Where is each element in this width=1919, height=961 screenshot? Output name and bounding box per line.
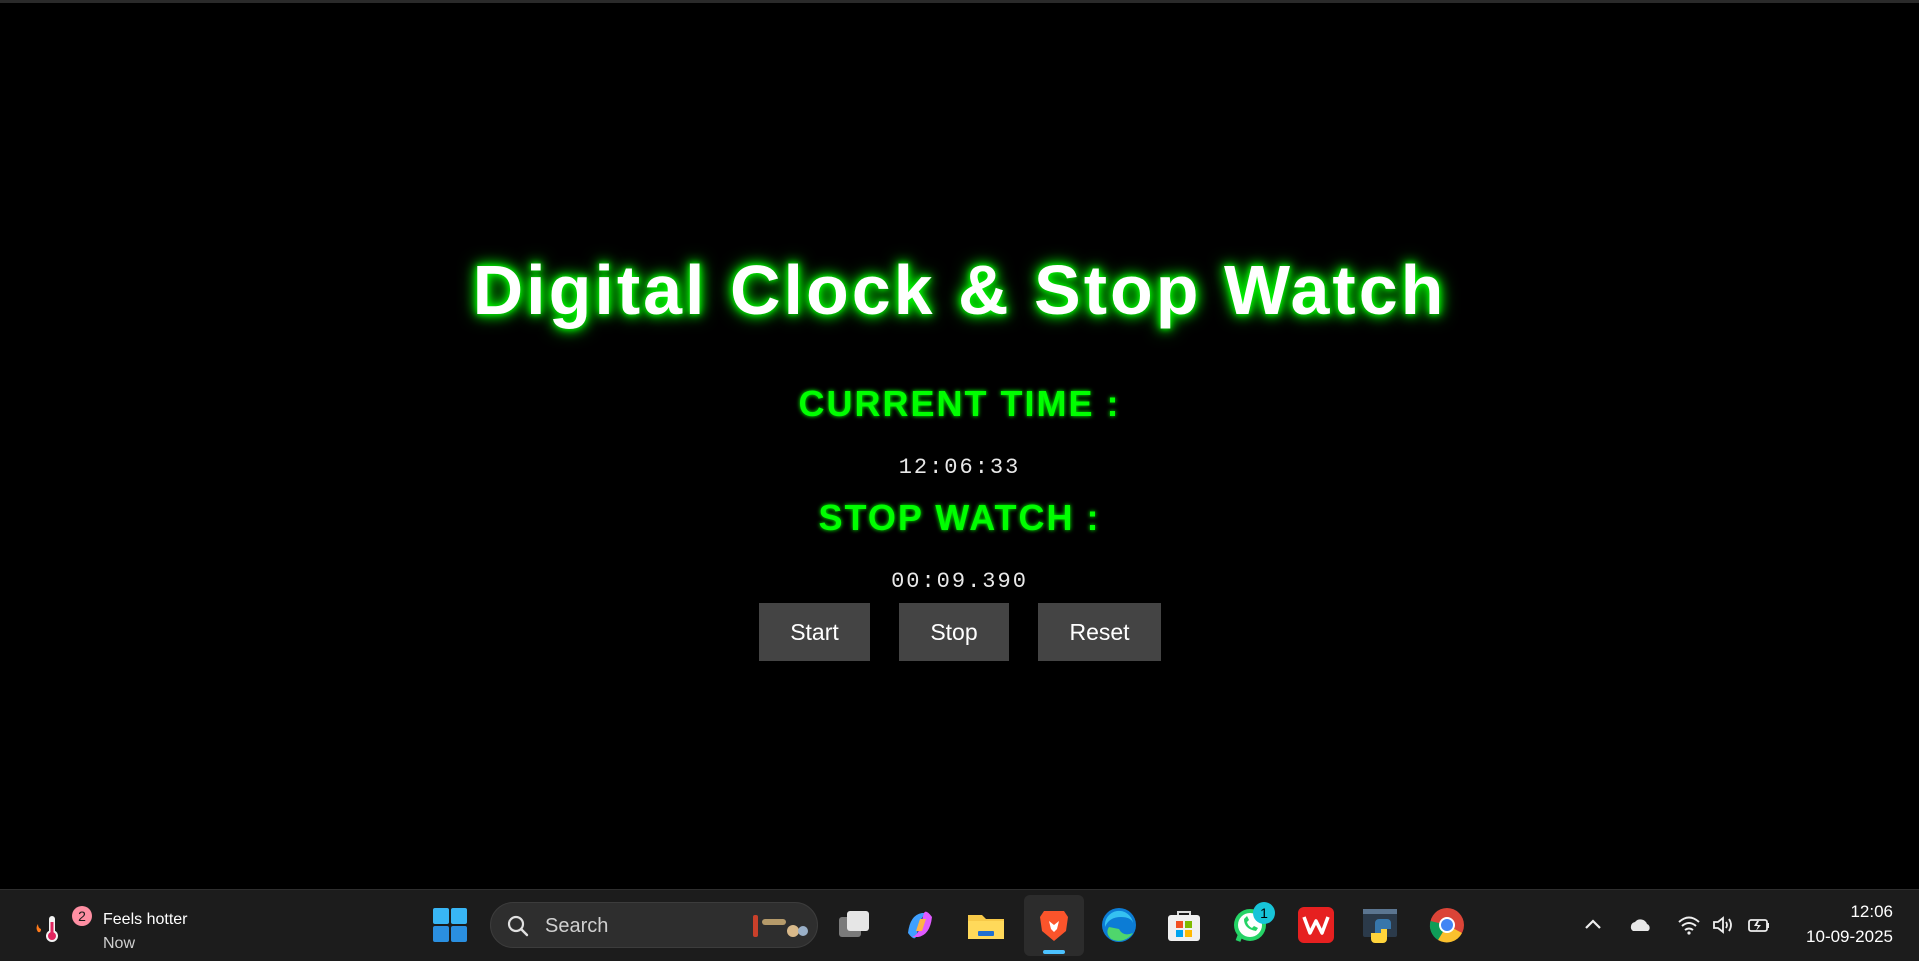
weather-badge: 2	[72, 906, 92, 926]
taskbar-clock-time[interactable]: 12:06	[1850, 902, 1893, 922]
page-title: Digital Clock & Stop Watch	[472, 251, 1447, 329]
file-explorer-icon[interactable]	[964, 903, 1008, 947]
weather-widget[interactable]: 2 Feels hotter Now	[28, 898, 188, 953]
brave-browser-icon[interactable]	[1032, 903, 1076, 947]
volume-icon[interactable]	[1710, 912, 1736, 938]
thermometer-icon	[36, 916, 58, 942]
taskbar-search[interactable]: Search	[490, 902, 818, 948]
stop-button[interactable]: Stop	[899, 603, 1009, 661]
wifi-icon[interactable]	[1676, 912, 1702, 938]
chrome-icon[interactable]	[1425, 903, 1469, 947]
taskbar-clock-date[interactable]: 10-09-2025	[1806, 927, 1893, 947]
wps-office-icon[interactable]	[1294, 903, 1338, 947]
python-icon[interactable]	[1359, 903, 1403, 947]
whatsapp-badge: 1	[1253, 902, 1275, 924]
stopwatch-controls: Start Stop Reset	[0, 603, 1919, 661]
microsoft-store-icon[interactable]	[1162, 903, 1206, 947]
weather-title: Feels hotter	[103, 911, 188, 928]
reset-button[interactable]: Reset	[1038, 603, 1161, 661]
search-icon	[507, 915, 529, 937]
taskbar: 2 Feels hotter Now Search 1 12:06 10-09-…	[0, 889, 1919, 961]
search-highlight-icon	[753, 915, 808, 937]
weather-subtitle: Now	[103, 935, 136, 952]
task-view-icon[interactable]	[833, 903, 877, 947]
app-window: Digital Clock & Stop Watch CURRENT TIME …	[0, 3, 1919, 889]
search-placeholder: Search	[545, 915, 609, 937]
edge-icon[interactable]	[1097, 903, 1141, 947]
battery-icon[interactable]	[1746, 912, 1772, 938]
onedrive-icon[interactable]	[1628, 912, 1654, 938]
windows-start-icon[interactable]	[432, 907, 468, 943]
copilot-icon[interactable]	[898, 903, 942, 947]
current-time-value: 12:06:33	[898, 455, 1021, 480]
stopwatch-value: 00:09.390	[891, 569, 1028, 594]
current-time-label: CURRENT TIME :	[798, 383, 1121, 424]
stopwatch-label: STOP WATCH :	[818, 497, 1101, 538]
start-button[interactable]: Start	[759, 603, 870, 661]
chevron-up-icon[interactable]	[1580, 912, 1606, 938]
active-app-indicator	[1043, 950, 1065, 954]
